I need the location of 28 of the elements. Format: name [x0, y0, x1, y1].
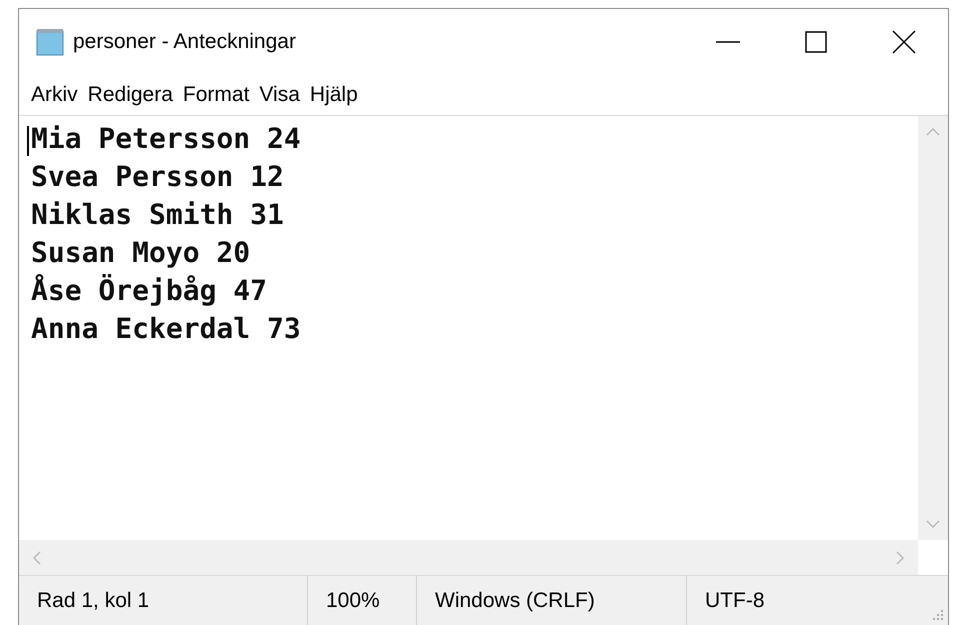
menu-item[interactable]: Hjälp — [306, 81, 362, 109]
scroll-left-icon[interactable] — [33, 550, 41, 564]
status-text: Rad 1, kol 1 — [37, 588, 150, 612]
scroll-right-icon[interactable] — [896, 550, 904, 564]
scroll-down-icon[interactable] — [926, 520, 940, 528]
text-line: Niklas Smith 31 — [31, 197, 284, 233]
maximize-icon — [805, 31, 827, 53]
notepad-icon — [35, 28, 65, 56]
text-caret — [27, 126, 29, 156]
horizontal-scrollbar[interactable] — [19, 540, 918, 575]
status-text: UTF-8 — [705, 588, 764, 612]
minimize-icon — [716, 40, 740, 44]
text-line: Anna Eckerdal 73 — [31, 311, 301, 347]
text-line: Mia Petersson 24 — [31, 121, 301, 157]
scroll-up-icon[interactable] — [926, 128, 940, 136]
window-title: personer - Anteckningar — [73, 30, 297, 54]
menu-item[interactable]: Arkiv — [27, 81, 82, 109]
close-icon — [892, 30, 916, 54]
text-line: Svea Persson 12 — [31, 159, 284, 195]
status-text: 100% — [326, 588, 380, 612]
vertical-scrollbar[interactable] — [918, 116, 948, 540]
menu-item[interactable]: Visa — [255, 81, 304, 109]
menu-item[interactable]: Redigera — [84, 81, 177, 109]
text-line: Åse Örejbåg 47 — [31, 273, 268, 309]
text-line: Susan Moyo 20 — [31, 235, 250, 271]
status-text: Windows (CRLF) — [435, 588, 595, 612]
resize-grip-icon[interactable] — [932, 609, 944, 621]
menu-item[interactable]: Format — [178, 81, 254, 109]
